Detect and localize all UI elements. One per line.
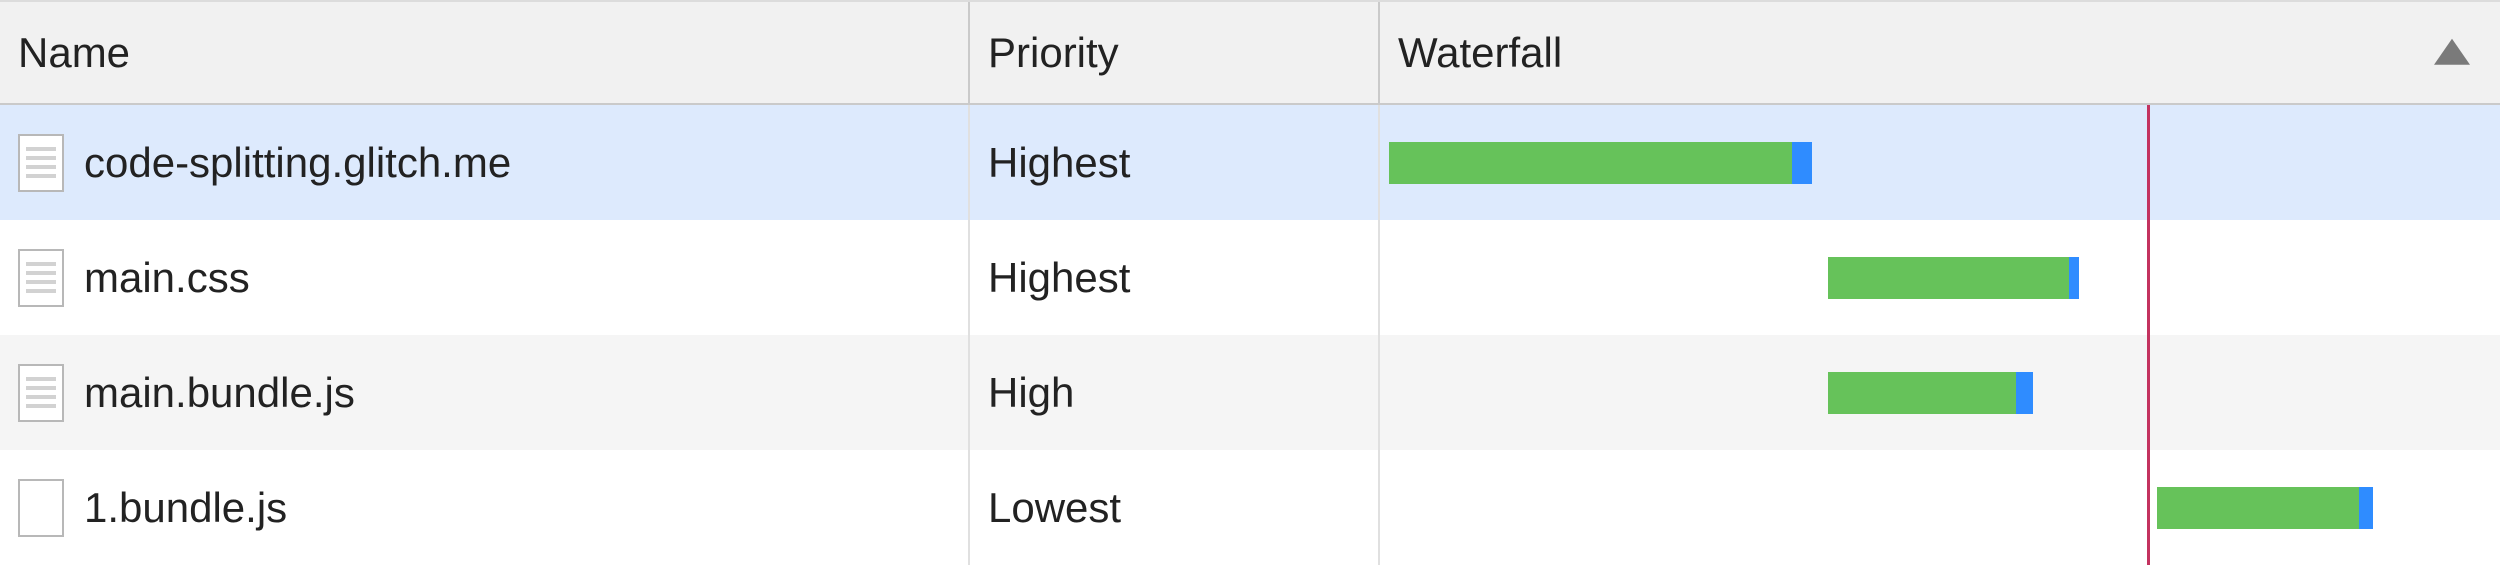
load-event-marker <box>2147 335 2150 450</box>
timing-bar-download <box>2016 372 2033 414</box>
waterfall-cell[interactable] <box>1380 450 2500 565</box>
timing-bar[interactable] <box>1828 372 2033 414</box>
load-event-marker <box>2147 105 2150 220</box>
priority-cell[interactable]: Highest <box>970 220 1380 335</box>
load-event-marker <box>2147 220 2150 335</box>
priority-cell[interactable]: Highest <box>970 105 1380 220</box>
file-document-icon <box>18 249 64 307</box>
table-body: code-splitting.glitch.me Highest main.css H… <box>0 105 2500 565</box>
waterfall-cell[interactable] <box>1380 220 2500 335</box>
timing-bar-waiting <box>1828 372 2016 414</box>
waterfall-track <box>1380 335 2500 450</box>
timing-bar-waiting <box>2157 487 2359 529</box>
network-table: Name Priority Waterfall code-splitting.g… <box>0 0 2500 565</box>
timing-bar-download <box>2069 257 2079 299</box>
column-header-waterfall[interactable]: Waterfall <box>1380 2 2500 103</box>
request-name: code-splitting.glitch.me <box>84 139 511 187</box>
column-header-name[interactable]: Name <box>0 2 970 103</box>
priority-value: Highest <box>988 254 1130 302</box>
priority-value: Lowest <box>988 484 1121 532</box>
name-cell[interactable]: main.css <box>0 220 970 335</box>
waterfall-track <box>1380 450 2500 565</box>
file-document-icon <box>18 134 64 192</box>
timing-bar-download <box>1792 142 1812 184</box>
timing-bar-waiting <box>1828 257 2069 299</box>
column-header-priority[interactable]: Priority <box>970 2 1380 103</box>
sort-ascending-icon <box>2434 38 2470 64</box>
name-cell[interactable]: main.bundle.js <box>0 335 970 450</box>
priority-cell[interactable]: High <box>970 335 1380 450</box>
waterfall-track <box>1380 220 2500 335</box>
waterfall-cell[interactable] <box>1380 105 2500 220</box>
priority-cell[interactable]: Lowest <box>970 450 1380 565</box>
name-cell[interactable]: code-splitting.glitch.me <box>0 105 970 220</box>
timing-bar-download <box>2359 487 2374 529</box>
priority-value: Highest <box>988 139 1130 187</box>
timing-bar[interactable] <box>2157 487 2373 529</box>
table-row[interactable]: 1.bundle.js Lowest <box>0 450 2500 565</box>
waterfall-cell[interactable] <box>1380 335 2500 450</box>
table-row[interactable]: main.bundle.js High <box>0 335 2500 450</box>
priority-value: High <box>988 369 1074 417</box>
request-name: 1.bundle.js <box>84 484 287 532</box>
timing-bar[interactable] <box>1389 142 1812 184</box>
timing-bar[interactable] <box>1828 257 2079 299</box>
waterfall-track <box>1380 105 2500 220</box>
table-row[interactable]: main.css Highest <box>0 220 2500 335</box>
load-event-marker <box>2147 450 2150 565</box>
request-name: main.bundle.js <box>84 369 355 417</box>
table-row[interactable]: code-splitting.glitch.me Highest <box>0 105 2500 220</box>
table-header-row: Name Priority Waterfall <box>0 0 2500 105</box>
file-blank-icon <box>18 479 64 537</box>
timing-bar-waiting <box>1389 142 1792 184</box>
column-header-waterfall-label: Waterfall <box>1398 29 1562 77</box>
column-header-priority-label: Priority <box>988 29 1119 77</box>
file-document-icon <box>18 364 64 422</box>
column-header-name-label: Name <box>18 29 130 77</box>
name-cell[interactable]: 1.bundle.js <box>0 450 970 565</box>
request-name: main.css <box>84 254 250 302</box>
